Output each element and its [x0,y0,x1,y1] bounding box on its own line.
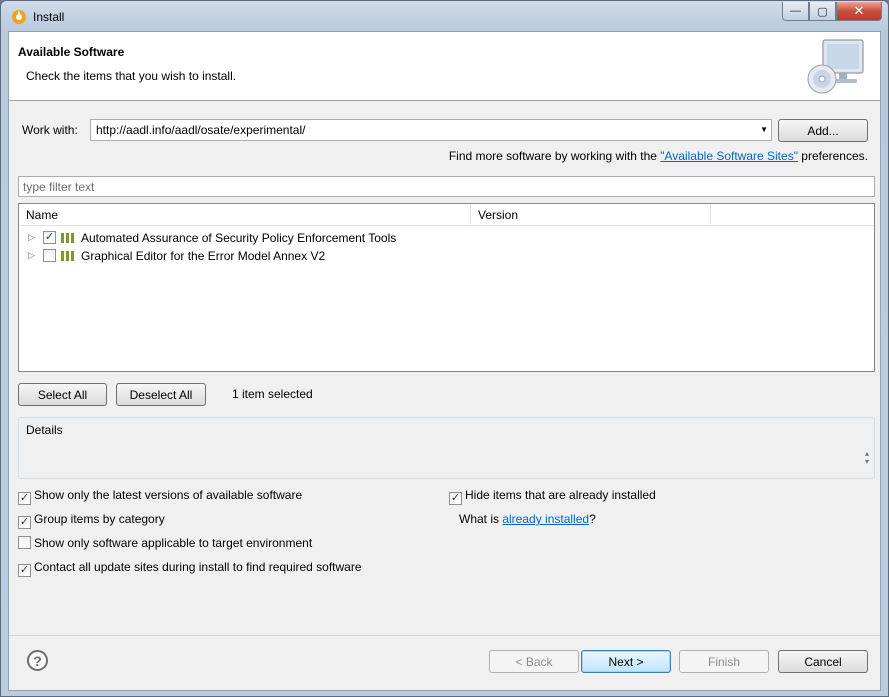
already-installed-link[interactable]: already installed [502,512,589,526]
option-contact-update-sites[interactable]: ✓ Contact all update sites during install… [18,560,362,577]
row-name: Graphical Editor for the Error Model Ann… [81,249,326,263]
option-group-by-category[interactable]: ✓ Group items by category [18,512,165,529]
dropdown-arrow-icon[interactable]: ▼ [760,125,768,134]
row-name: Automated Assurance of Security Policy E… [81,231,397,245]
available-software-sites-link[interactable]: "Available Software Sites" [660,149,798,163]
software-tree: Name Version ▷ ✓ Automated Assurance of … [18,203,875,372]
checkbox-checked[interactable]: ✓ [18,564,31,577]
details-title: Details [26,423,63,437]
window-title: Install [33,10,65,24]
details-text-area[interactable]: ▴ ▾ [20,440,873,477]
back-button[interactable]: < Back [489,650,579,673]
eclipse-app-icon [12,10,26,24]
work-with-label: Work with: [22,123,78,137]
checkbox-checked[interactable]: ✓ [449,492,462,505]
column-version[interactable]: Version [471,204,711,226]
tree-header: Name Version [19,204,874,226]
row-checkbox-checked[interactable]: ✓ [43,231,56,244]
help-icon[interactable]: ? [27,650,48,671]
page-description: Check the items that you wish to install… [26,69,237,83]
filter-input[interactable]: type filter text [18,176,875,197]
cancel-button[interactable]: Cancel [778,650,868,673]
option-target-environment[interactable]: Show only software applicable to target … [18,536,312,550]
footer-separator [9,635,880,636]
checkbox-checked[interactable]: ✓ [18,516,31,529]
finish-button[interactable]: Finish [679,650,769,673]
scroll-arrows-icon[interactable]: ▴ ▾ [865,450,869,466]
title-bar[interactable]: Install — ▢ ✕ [1,1,888,31]
page-title: Available Software [18,45,125,59]
expand-arrow-icon[interactable]: ▷ [28,232,35,243]
work-with-value: http://aadl.info/aadl/osate/experimental… [96,123,306,137]
tree-row[interactable]: ▷ ✓ Automated Assurance of Security Poli… [19,229,874,247]
tree-row[interactable]: ▷ Graphical Editor for the Error Model A… [19,247,874,265]
what-is-installed-text: What is already installed? [459,512,596,526]
select-all-button[interactable]: Select All [18,383,107,406]
maximize-button[interactable]: ▢ [809,2,836,21]
add-site-button[interactable]: Add... [778,119,868,142]
column-name[interactable]: Name [19,204,471,226]
install-dialog: Install — ▢ ✕ Available Software Check t… [0,0,889,697]
row-checkbox-unchecked[interactable] [43,249,56,262]
option-latest-versions[interactable]: ✓ Show only the latest versions of availa… [18,488,302,505]
dialog-client-area: Available Software Check the items that … [8,31,881,691]
work-with-combo[interactable]: http://aadl.info/aadl/osate/experimental… [90,119,772,141]
minimize-button[interactable]: — [782,2,809,21]
close-button[interactable]: ✕ [836,2,882,21]
next-button[interactable]: Next > [581,650,671,673]
selection-status: 1 item selected [232,387,313,401]
deselect-all-button[interactable]: Deselect All [116,383,206,406]
checkbox-checked[interactable]: ✓ [18,492,31,505]
checkbox-unchecked[interactable] [18,536,31,549]
expand-arrow-icon[interactable]: ▷ [28,250,35,261]
find-more-software-text: Find more software by working with the "… [448,149,868,163]
feature-category-icon [61,251,74,261]
details-group: Details ▴ ▾ [18,417,875,479]
option-hide-installed[interactable]: ✓ Hide items that are already installed [449,488,656,505]
wizard-header: Available Software Check the items that … [9,32,880,101]
install-banner-icon [807,39,864,94]
feature-category-icon [61,233,74,243]
